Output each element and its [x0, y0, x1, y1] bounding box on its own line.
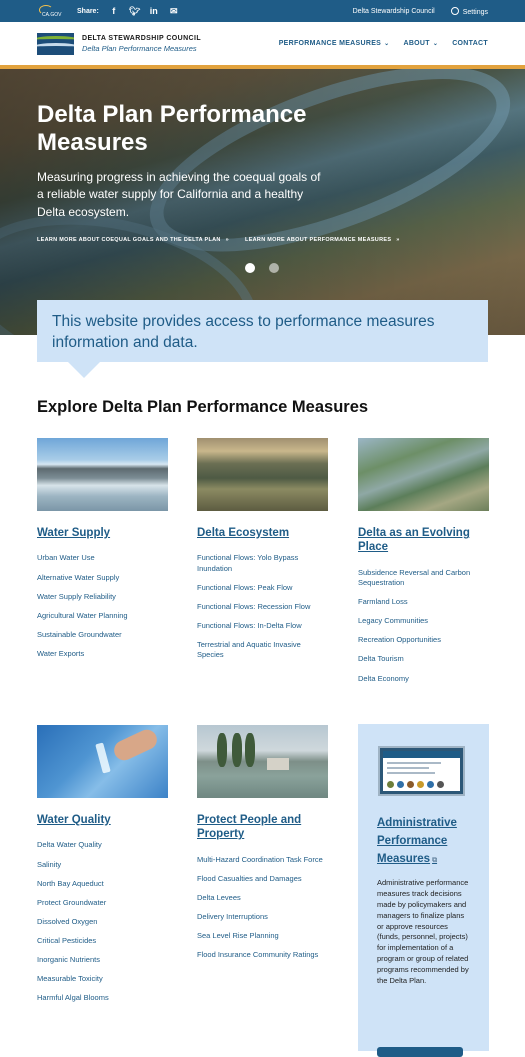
hero-title: Delta Plan Performance Measures — [37, 101, 307, 156]
list-item[interactable]: Delta Tourism — [358, 654, 489, 664]
list-item[interactable]: Critical Pesticides — [37, 936, 168, 946]
list-item[interactable]: Harmful Algal Blooms — [37, 993, 168, 1003]
card-evolving-place: Delta as an Evolving Place Subsidence Re… — [358, 438, 489, 693]
list-item[interactable]: Dissolved Oxygen — [37, 917, 168, 927]
site-header: DELTA STEWARDSHIP COUNCIL Delta Plan Per… — [0, 22, 525, 69]
external-link-icon: ⧉ — [432, 856, 438, 864]
gear-icon — [450, 6, 459, 15]
card-title[interactable]: Water Quality — [37, 813, 168, 827]
card-protect-people: Protect People and Property Multi-Hazard… — [197, 725, 328, 970]
chevron-down-icon: ⌄ — [384, 41, 390, 47]
list-item[interactable]: Delta Water Quality — [37, 840, 168, 850]
admin-description: Administrative performance measures trac… — [377, 878, 469, 985]
chevron-down-icon: ⌄ — [432, 41, 439, 47]
social-links: f 🐦︎ in ✉ — [109, 6, 179, 17]
admin-button[interactable] — [377, 1047, 463, 1057]
settings-label: Settings — [462, 8, 488, 16]
protect-people-image — [197, 725, 328, 798]
list-item[interactable]: Subsidence Reversal and Carbon Sequestra… — [358, 568, 489, 588]
twitter-icon[interactable]: 🐦︎ — [129, 6, 140, 17]
email-icon[interactable]: ✉ — [169, 6, 179, 17]
list-item[interactable]: Recreation Opportunities — [358, 635, 489, 645]
council-logo-icon[interactable] — [37, 32, 74, 55]
card-title[interactable]: Protect People and Property — [197, 813, 328, 842]
carousel-dots — [245, 263, 279, 273]
list-item[interactable]: Functional Flows: Recession Flow — [197, 602, 328, 612]
list-item[interactable]: Terrestrial and Aquatic Invasive Species — [197, 640, 328, 660]
intro-callout: This website provides access to performa… — [37, 300, 488, 362]
list-item[interactable]: Sea Level Rise Planning — [197, 931, 328, 941]
nav-contact[interactable]: CONTACT — [452, 40, 488, 47]
carousel-dot-2[interactable] — [269, 263, 279, 273]
list-item[interactable]: Salinity — [37, 860, 168, 870]
list-item[interactable]: Functional Flows: In-Delta Flow — [197, 621, 328, 631]
list-item[interactable]: Water Supply Reliability — [37, 592, 168, 602]
admin-site-thumbnail[interactable] — [378, 746, 465, 796]
admin-title-link[interactable]: Administrative Performance Measures ⧉ — [377, 815, 477, 868]
list-item[interactable]: Urban Water Use — [37, 553, 168, 563]
site-name: Delta Plan Performance Measures — [82, 43, 197, 53]
water-quality-image — [37, 725, 168, 798]
chevron-down-icon: » — [225, 237, 230, 243]
list-item[interactable]: Multi-Hazard Coordination Task Force — [197, 855, 328, 865]
list-item[interactable]: Inorganic Nutrients — [37, 955, 168, 965]
water-supply-image — [37, 438, 168, 511]
list-item[interactable]: Farmland Loss — [358, 597, 489, 607]
hero-links: LEARN MORE ABOUT COEQUAL GOALS AND THE D… — [37, 237, 400, 243]
facebook-icon[interactable]: f — [109, 6, 119, 16]
hero-banner: Delta Plan Performance Measures Measurin… — [0, 69, 525, 335]
callout-pointer — [68, 362, 100, 378]
nav-about[interactable]: ABOUT ⌄ — [403, 40, 438, 47]
utility-bar: CA.GOV Share: f 🐦︎ in ✉ Delta Stewardshi… — [0, 0, 525, 22]
nav-performance-measures[interactable]: PERFORMANCE MEASURES ⌄ — [279, 40, 390, 47]
council-link[interactable]: Delta Stewardship Council — [353, 8, 435, 15]
site-brand[interactable]: DELTA STEWARDSHIP COUNCIL Delta Plan Per… — [82, 35, 201, 53]
list-item[interactable]: North Bay Aqueduct — [37, 879, 168, 889]
list-item[interactable]: Sustainable Groundwater — [37, 630, 168, 640]
list-item[interactable]: Flood Insurance Community Ratings — [197, 950, 328, 960]
card-title[interactable]: Water Supply — [37, 526, 168, 540]
section-title: Explore Delta Plan Performance Measures — [37, 398, 369, 416]
admin-measures-panel: Administrative Performance Measures ⧉ Adm… — [358, 724, 489, 1051]
coequal-goals-link[interactable]: LEARN MORE ABOUT COEQUAL GOALS AND THE D… — [37, 237, 229, 243]
card-title[interactable]: Delta Ecosystem — [197, 526, 328, 540]
list-item[interactable]: Legacy Communities — [358, 616, 489, 626]
list-item[interactable]: Protect Groundwater — [37, 898, 168, 908]
list-item[interactable]: Measurable Toxicity — [37, 974, 168, 984]
list-item[interactable]: Delivery Interruptions — [197, 912, 328, 922]
card-delta-ecosystem: Delta Ecosystem Functional Flows: Yolo B… — [197, 438, 328, 669]
delta-ecosystem-image — [197, 438, 328, 511]
linkedin-icon[interactable]: in — [149, 6, 159, 16]
card-title[interactable]: Delta as an Evolving Place — [358, 526, 489, 555]
main-nav: PERFORMANCE MEASURES ⌄ ABOUT ⌄ CONTACT — [279, 40, 488, 47]
card-water-supply: Water Supply Urban Water Use Alternative… — [37, 438, 168, 668]
list-item[interactable]: Delta Economy — [358, 674, 489, 684]
carousel-dot-1[interactable] — [245, 263, 255, 273]
evolving-place-image — [358, 438, 489, 511]
performance-measures-link[interactable]: LEARN MORE ABOUT PERFORMANCE MEASURES» — [245, 237, 400, 243]
org-name: DELTA STEWARDSHIP COUNCIL — [82, 34, 202, 42]
card-water-quality: Water Quality Delta Water Quality Salini… — [37, 725, 168, 1013]
list-item[interactable]: Functional Flows: Yolo Bypass Inundation — [197, 553, 328, 573]
list-item[interactable]: Agricultural Water Planning — [37, 611, 168, 621]
list-item[interactable]: Delta Levees — [197, 893, 328, 903]
list-item[interactable]: Alternative Water Supply — [37, 573, 168, 583]
list-item[interactable]: Flood Casualties and Damages — [197, 874, 328, 884]
list-item[interactable]: Functional Flows: Peak Flow — [197, 583, 328, 593]
settings-button[interactable]: Settings — [450, 6, 488, 16]
hero-subtitle: Measuring progress in achieving the coeq… — [37, 170, 321, 219]
list-item[interactable]: Water Exports — [37, 649, 168, 659]
chevron-down-icon: » — [396, 237, 400, 243]
ca-gov-logo[interactable]: CA.GOV — [37, 4, 61, 18]
share-label: Share: — [77, 7, 99, 15]
